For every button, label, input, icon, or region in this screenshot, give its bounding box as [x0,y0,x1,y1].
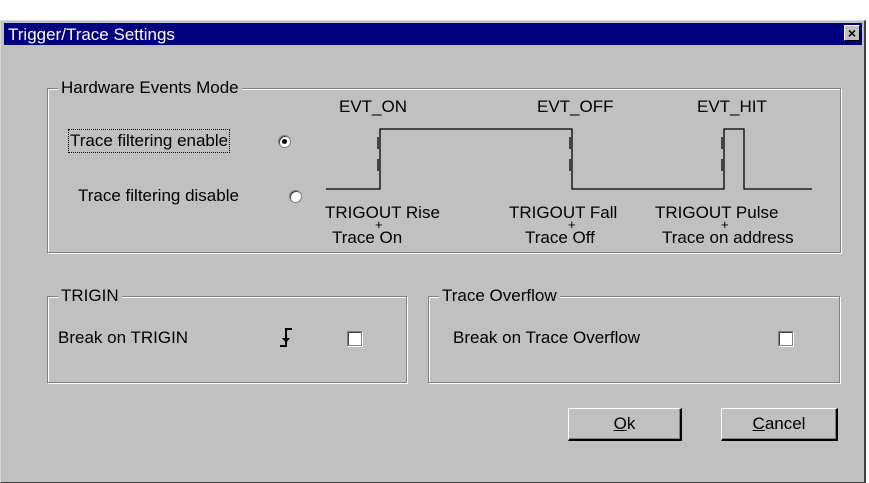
trigin-group-label: TRIGIN [58,286,122,306]
rising-edge-icon [280,328,292,347]
hardware-events-group-label: Hardware Events Mode [58,78,242,98]
trace-signal-line [326,128,812,190]
evt-on-label: EVT_ON [339,97,408,116]
break-on-trace-overflow-label[interactable]: Break on Trace Overflow [453,328,640,348]
trace-on-address-label: Trace on address [662,228,794,247]
title-bar[interactable]: Trigger/Trace Settings × [4,23,862,45]
ok-button[interactable]: Ok [568,408,682,441]
trigout-fall-label: TRIGOUT Fall [509,203,618,222]
break-on-trigin-label[interactable]: Break on TRIGIN [58,328,188,348]
trace-filtering-disable-radio[interactable] [289,190,302,203]
break-on-trace-overflow-checkbox[interactable] [778,331,793,346]
trace-on-label: Trace On [332,228,403,247]
cancel-button-label: ancel [764,414,806,433]
trace-filtering-disable-label[interactable]: Trace filtering disable [78,186,239,206]
break-on-trigin-checkbox[interactable] [347,331,362,346]
radio-selected-dot [282,139,287,144]
close-icon: × [847,25,857,41]
ok-button-mnemonic: O [613,414,627,433]
trace-filtering-enable-radio[interactable] [278,135,291,148]
trace-off-label: Trace Off [525,228,595,247]
ok-button-label: k [626,414,636,433]
trigin-group: TRIGIN Break on TRIGIN [47,286,407,383]
trace-overflow-group-label: Trace Overflow [439,286,560,306]
window-title: Trigger/Trace Settings [8,25,175,44]
close-button[interactable]: × [844,25,860,41]
evt-hit-label: EVT_HIT [697,97,767,116]
evt-off-label: EVT_OFF [537,97,614,116]
trace-filtering-enable-label[interactable]: Trace filtering enable [67,129,231,153]
dialog-window: Trigger/Trace Settings × Hardware Events… [0,20,866,483]
cancel-button-mnemonic: C [752,414,765,433]
hardware-events-group: Hardware Events Mode Trace filtering ena… [47,78,841,253]
trace-overflow-group: Trace Overflow Break on Trace Overflow [428,286,840,383]
cancel-button[interactable]: Cancel [721,408,838,441]
trigout-pulse-label: TRIGOUT Pulse [655,203,779,222]
